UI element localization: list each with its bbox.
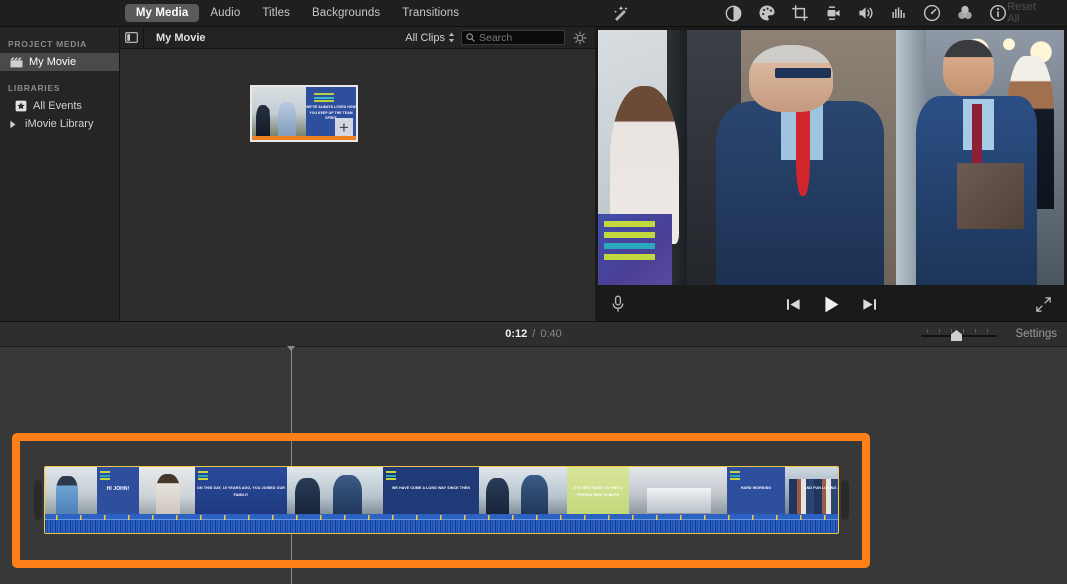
skip-back-icon[interactable] (782, 294, 804, 314)
sidebar-item-imovie-library[interactable]: iMovie Library (0, 115, 119, 133)
preview-left-region (598, 30, 687, 285)
time-separator: / (532, 328, 535, 340)
tab-my-media[interactable]: My Media (125, 4, 200, 22)
current-time: 0:12 (505, 328, 527, 340)
sidebar-item-label: iMovie Library (25, 118, 93, 130)
clip-filmstrip: HI JOHN! ON THIS DAY, 10 YEARS AGO, YOU J… (45, 467, 838, 515)
filmstrip-frame (139, 467, 195, 515)
sidebar-header-project-media: PROJECT MEDIA (0, 35, 119, 53)
filmstrip-frame-caption: HARD WORKING (727, 485, 785, 491)
timecode-display: 0:12 / 0:40 (505, 328, 562, 340)
filmstrip-frame-caption: IT'S VERY RARE TO FIND A PERSON WHO IS B… (567, 485, 629, 498)
filmstrip-frame-caption: WE HAVE COME A LONG WAY SINCE THEN (383, 485, 479, 491)
timeline-zoom-slider[interactable] (921, 329, 997, 339)
filmstrip-frame-caption: HI JOHN! (97, 485, 139, 494)
search-placeholder: Search (479, 32, 512, 44)
timeline-toolbar: 0:12 / 0:40 Settings (0, 321, 1067, 347)
microphone-icon[interactable] (607, 293, 629, 315)
tab-titles[interactable]: Titles (251, 4, 301, 22)
sidebar-toggle-icon[interactable] (120, 27, 144, 49)
filmstrip-frame: WE HAVE COME A LONG WAY SINCE THEN (383, 467, 479, 515)
transport-buttons (782, 294, 880, 314)
zoom-slider-track[interactable] (921, 329, 997, 339)
add-clip-button[interactable]: + (335, 118, 353, 136)
thumbnail-photo (252, 87, 306, 140)
chevron-updown-icon (448, 32, 455, 43)
browser-toolbar-right: All Clips Search (405, 29, 589, 47)
tabs: My Media Audio Titles Backgrounds Transi… (125, 4, 470, 22)
sidebar-item-label: My Movie (29, 56, 76, 68)
filmstrip-frame (45, 467, 97, 515)
sidebar-item-label: All Events (33, 100, 82, 112)
sidebar-item-my-movie[interactable]: My Movie (0, 53, 119, 71)
all-clips-label: All Clips (405, 32, 445, 44)
filters-icon[interactable] (955, 4, 974, 23)
filmstrip-frame (479, 467, 567, 515)
thumbnail-accent-bar (252, 136, 356, 140)
decorative-bars-icon (386, 471, 396, 480)
decorative-bars-icon (198, 471, 208, 480)
info-icon[interactable] (988, 4, 1007, 23)
decorative-bars-icon (314, 93, 334, 102)
skip-forward-icon[interactable] (858, 294, 880, 314)
preview-right-region (896, 30, 1064, 285)
color-balance-icon[interactable] (724, 4, 743, 23)
media-browser-tabbar: My Media Audio Titles Backgrounds Transi… (0, 0, 595, 27)
magic-wand-icon[interactable] (611, 3, 630, 23)
volume-icon[interactable] (856, 4, 875, 23)
total-time: 0:40 (540, 328, 561, 340)
clapperboard-icon (10, 56, 23, 68)
filmstrip-frame: IT'S VERY RARE TO FIND A PERSON WHO IS B… (567, 467, 629, 515)
fullscreen-icon[interactable] (1033, 294, 1053, 314)
inspector-icon-group (724, 4, 1007, 23)
search-icon (466, 33, 475, 42)
playback-transport (595, 287, 1067, 321)
tab-transitions[interactable]: Transitions (391, 4, 470, 22)
stabilization-icon[interactable] (823, 4, 842, 23)
zoom-slider-knob[interactable] (951, 330, 962, 341)
decorative-bars-icon (100, 471, 110, 480)
filmstrip-frame-caption: ON THIS DAY, 10 YEARS AGO, YOU JOINED OU… (195, 485, 287, 498)
sidebar-item-all-events[interactable]: All Events (0, 97, 119, 115)
inspector-toolbar: Reset All (595, 0, 1067, 27)
gear-icon[interactable] (571, 29, 589, 47)
all-clips-dropdown[interactable]: All Clips (405, 32, 455, 44)
preview-center-region (687, 30, 897, 285)
filmstrip-frame: HARD WORKING (727, 467, 785, 515)
video-preview[interactable] (598, 30, 1064, 285)
tab-audio[interactable]: Audio (199, 4, 251, 22)
library-sidebar: PROJECT MEDIA My Movie LIBRARIES All E (0, 27, 120, 321)
media-thumbnail[interactable]: WE'VE ALWAYS LOVED HOW YOU KEEP UP THE T… (250, 85, 358, 142)
play-icon[interactable] (820, 294, 842, 314)
clip-trim-handle-left[interactable] (34, 480, 42, 520)
speed-icon[interactable] (922, 4, 941, 23)
disclosure-triangle-icon[interactable] (6, 118, 19, 130)
clip-trim-handle-right[interactable] (841, 480, 849, 520)
tab-backgrounds[interactable]: Backgrounds (301, 4, 391, 22)
timeline-clip[interactable]: HI JOHN! ON THIS DAY, 10 YEARS AGO, YOU J… (44, 466, 839, 534)
filmstrip-frame: HI JOHN! (97, 467, 139, 515)
settings-button[interactable]: Settings (1015, 328, 1057, 340)
viewer-panel (595, 27, 1067, 321)
clip-audio-waveform[interactable] (45, 514, 838, 533)
filmstrip-frame (629, 467, 727, 515)
decorative-bars-icon (730, 471, 740, 480)
audio-equalizer-icon[interactable] (889, 4, 908, 23)
filmstrip-frame: ON THIS DAY, 10 YEARS AGO, YOU JOINED OU… (195, 467, 287, 515)
media-browser: My Movie All Clips (120, 27, 595, 321)
search-input[interactable]: Search (461, 30, 565, 45)
filmstrip-frame (287, 467, 383, 515)
sidebar-header-libraries: LIBRARIES (0, 79, 119, 97)
browser-content: WE'VE ALWAYS LOVED HOW YOU KEEP UP THE T… (120, 49, 595, 321)
preview-graphic-overlay (598, 214, 672, 285)
star-icon (14, 100, 27, 112)
filmstrip-frame: AND FUN LOVING AT THE SAME TIME! (785, 467, 838, 515)
browser-title: My Movie (156, 32, 206, 44)
imovie-window: My Media Audio Titles Backgrounds Transi… (0, 0, 1067, 584)
filmstrip-frame-caption: AND FUN LOVING AT THE SAME TIME! (785, 485, 838, 491)
reset-all-button[interactable]: Reset All (1007, 1, 1049, 25)
browser-toolbar: My Movie All Clips (120, 27, 595, 49)
crop-icon[interactable] (790, 4, 809, 23)
color-correction-icon[interactable] (757, 4, 776, 23)
